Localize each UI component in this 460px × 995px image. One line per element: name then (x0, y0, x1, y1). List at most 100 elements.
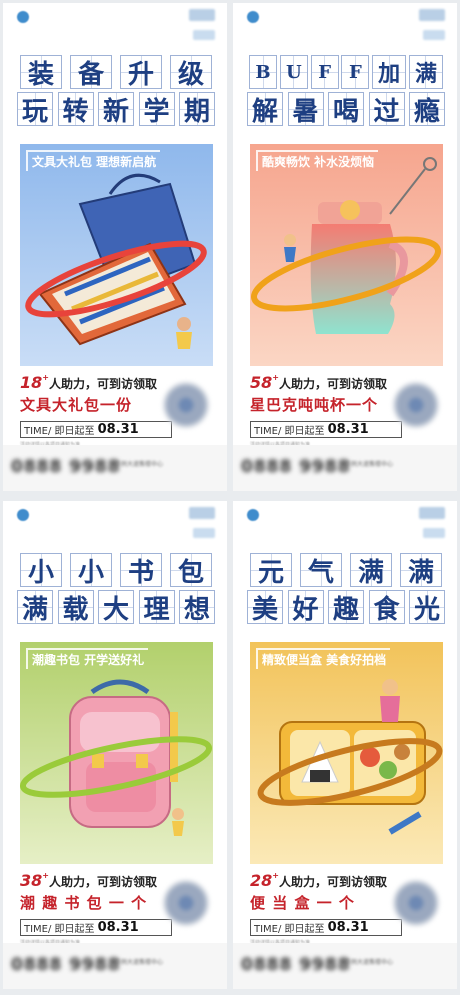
title-char: 满 (350, 553, 392, 588)
title-char: F (310, 55, 339, 89)
footer-phone: 0888 9988 (241, 955, 351, 975)
brand-logo-right (189, 9, 215, 21)
title-char: 载 (57, 590, 94, 625)
poster-sheet: 装 备 升 级 玩 转 新 学 期 文具大礼包 理想新启航 18+人助力，可到访… (0, 0, 460, 995)
hero-panel: 文具大礼包 理想新启航 (20, 144, 213, 366)
tumbler-illustration (251, 157, 441, 334)
title-char: 想 (179, 590, 215, 625)
poster-card-stationery: 装 备 升 级 玩 转 新 学 期 文具大礼包 理想新启航 18+人助力，可到访… (3, 3, 227, 491)
tagline: 酷爽畅饮 补水没烦恼 (256, 150, 379, 171)
plus-icon: + (272, 373, 279, 382)
title-char: 加 (372, 55, 407, 89)
offer-section: 28+人助力，可到访领取 便 当 盒 一 个 TIME/ 即日起至08.31 活… (250, 871, 402, 946)
footer-address: 示例大道售楼中心 (115, 461, 164, 468)
qr-code[interactable] (393, 880, 439, 926)
qr-code[interactable] (393, 382, 439, 428)
footer: 0888 9988 示例大道售楼中心 (233, 943, 457, 989)
offer-line: 18+人助力，可到访领取 (20, 373, 170, 392)
backpack-illustration (20, 679, 213, 836)
qr-code[interactable] (163, 880, 209, 926)
title-char: 玩 (17, 92, 53, 127)
footer-phone: 0888 9988 (11, 955, 121, 975)
title-char: 级 (170, 55, 212, 90)
offer-text: 人助力，可到访领取 (48, 875, 157, 889)
title-char: 食 (368, 590, 405, 625)
offer-item: 星巴克吨吨杯一个 (250, 396, 379, 414)
title-char: 期 (179, 92, 215, 127)
time-label: TIME/ 即日起至 (24, 426, 95, 437)
title-char: U (279, 55, 308, 89)
tagline: 潮趣书包 开学送好礼 (26, 648, 149, 669)
title-grid: 小 小 书 包 满 载 大 理 想 (17, 553, 215, 627)
title-char: 学 (138, 92, 175, 127)
pencil-case-illustration (25, 173, 207, 349)
title-char: 备 (70, 55, 112, 90)
title-char: 满 (408, 55, 443, 89)
offer-text: 人助力，可到访领取 (48, 377, 157, 391)
title-char: 喝 (328, 92, 364, 127)
time-box: TIME/ 即日起至 08.31 (250, 421, 402, 438)
footer: 0888 9988 示例大道售楼中心 (3, 445, 227, 491)
title-char: 转 (57, 92, 94, 127)
title-char: 小 (20, 553, 62, 588)
brand-logo (247, 11, 259, 23)
poster-card-tumbler: B U F F 加 满 解 暑 喝 过 瘾 酷爽畅饮 补水没烦恼 58+人助力，… (233, 3, 457, 491)
brand-logo-right-sub (193, 528, 215, 538)
title-char: 好 (287, 590, 324, 625)
logo-mark-icon (17, 11, 29, 23)
brand-logo-right-sub (423, 528, 445, 538)
title-char: 升 (120, 55, 162, 90)
title-char: 暑 (287, 92, 324, 127)
title-grid: 元 气 满 满 美 好 趣 食 光 (247, 553, 445, 627)
time-label: TIME/ 即日起至 (254, 426, 325, 437)
helpers-count: 58 (250, 373, 273, 392)
footer-phone: 0888 9988 (241, 457, 351, 477)
title-char: 包 (170, 553, 212, 588)
title-char: 气 (300, 553, 342, 588)
time-date: 08.31 (327, 422, 369, 437)
title-char: 满 (400, 553, 442, 588)
footer-address: 示例大道售楼中心 (115, 959, 164, 966)
footer-address: 示例大道售楼中心 (345, 959, 394, 966)
brand-logo (17, 509, 29, 521)
offer-text: 人助力，可到访领取 (278, 377, 387, 391)
title-char: 书 (120, 553, 162, 588)
title-char: 新 (98, 92, 134, 127)
title-char: 满 (17, 590, 53, 625)
title-char: 光 (409, 590, 445, 625)
footer: 0888 9988 示例大道售楼中心 (3, 943, 227, 989)
title-char: 理 (138, 590, 175, 625)
helpers-count: 18 (20, 373, 43, 392)
helpers-count: 38 (20, 871, 43, 890)
offer-line: 28+人助力，可到访领取 (250, 871, 400, 890)
offer-item: 文具大礼包一份 (20, 396, 133, 414)
offer-section: 58+人助力，可到访领取 星巴克吨吨杯一个 TIME/ 即日起至08.31 活动… (250, 373, 402, 448)
time-label: TIME/ 即日起至 (24, 924, 95, 935)
tagline: 精致便当盒 美食好拍档 (256, 648, 391, 669)
poster-card-bento: 元 气 满 满 美 好 趣 食 光 精致便当盒 美食好拍档 28+人助力，可到访… (233, 501, 457, 989)
poster-card-backpack: 小 小 书 包 满 载 大 理 想 潮趣书包 开学送好礼 38+人助力，可到访领… (3, 501, 227, 989)
footer-address: 示例大道售楼中心 (345, 461, 394, 468)
title-char: 元 (250, 553, 292, 588)
brand-logo-right-sub (193, 30, 215, 40)
title-grid: 装 备 升 级 玩 转 新 学 期 (17, 55, 215, 129)
offer-item: 便 当 盒 一 个 (250, 894, 355, 912)
tagline: 文具大礼包 理想新启航 (26, 150, 161, 171)
title-char: 大 (98, 590, 134, 625)
title-char: 解 (247, 92, 283, 127)
title-grid: B U F F 加 满 解 暑 喝 过 瘾 (247, 55, 445, 129)
title-char: B (249, 55, 277, 89)
title-char: 过 (368, 92, 405, 127)
plus-icon: + (272, 871, 279, 880)
time-box: TIME/ 即日起至 08.31 (20, 421, 172, 438)
qr-code[interactable] (163, 382, 209, 428)
time-label: TIME/ 即日起至 (254, 924, 325, 935)
time-date: 08.31 (97, 422, 139, 437)
title-char: 美 (247, 590, 283, 625)
time-date: 08.31 (97, 920, 139, 935)
bento-box-illustration (257, 679, 443, 835)
time-box: TIME/ 即日起至 08.31 (250, 919, 402, 936)
logo-mark-icon (17, 509, 29, 521)
offer-text: 人助力，可到访领取 (278, 875, 387, 889)
hero-panel: 酷爽畅饮 补水没烦恼 (250, 144, 443, 366)
